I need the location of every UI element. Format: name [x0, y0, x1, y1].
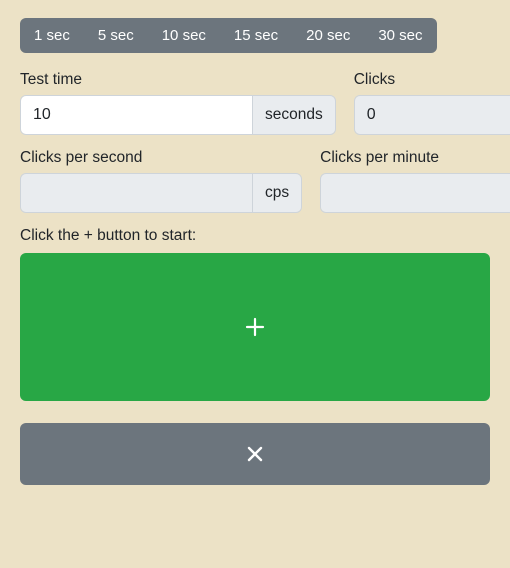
clicks-label: Clicks — [354, 71, 510, 89]
cpm-input — [321, 174, 510, 212]
test-time-unit: seconds — [252, 96, 335, 134]
time-tab-15sec[interactable]: 15 sec — [220, 18, 292, 53]
click-test-panel: 1 sec 5 sec 10 sec 15 sec 20 sec 30 sec … — [0, 0, 510, 568]
time-tab-20sec[interactable]: 20 sec — [292, 18, 364, 53]
time-tabs: 1 sec 5 sec 10 sec 15 sec 20 sec 30 sec — [20, 18, 437, 53]
cps-label: Clicks per second — [20, 149, 302, 167]
cpm-label: Clicks per minute — [320, 149, 510, 167]
time-tab-5sec[interactable]: 5 sec — [84, 18, 148, 53]
start-button[interactable] — [20, 253, 490, 401]
time-tab-30sec[interactable]: 30 sec — [364, 18, 436, 53]
time-tab-1sec[interactable]: 1 sec — [20, 18, 84, 53]
test-time-input[interactable] — [21, 96, 252, 134]
clicks-input — [355, 96, 510, 134]
test-time-label: Test time — [20, 71, 336, 89]
close-icon — [246, 445, 264, 463]
cps-input — [21, 174, 252, 212]
cps-unit: cps — [252, 174, 301, 212]
plus-icon — [244, 316, 266, 338]
reset-button[interactable] — [20, 423, 490, 485]
instruction-text: Click the + button to start: — [20, 227, 490, 245]
time-tab-10sec[interactable]: 10 sec — [148, 18, 220, 53]
